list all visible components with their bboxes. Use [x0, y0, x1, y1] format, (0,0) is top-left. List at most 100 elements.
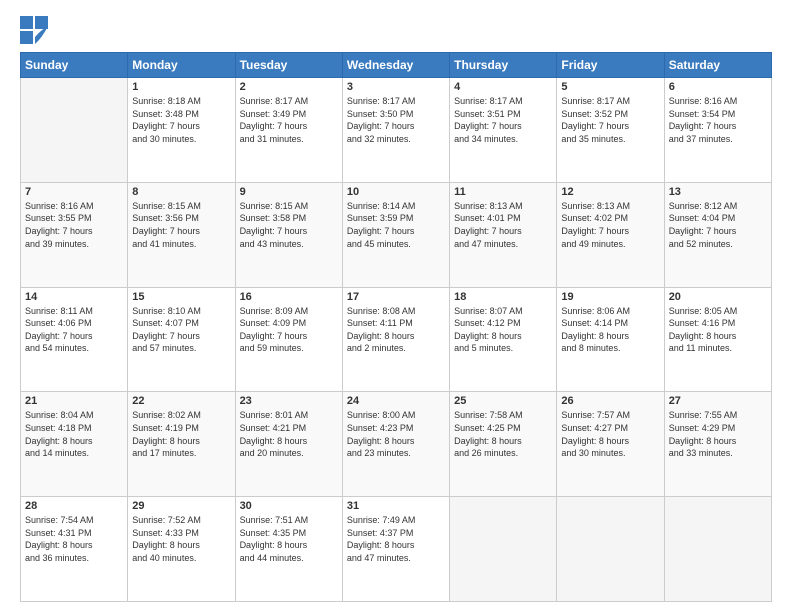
day-number: 5: [561, 81, 659, 93]
weekday-header-monday: Monday: [128, 53, 235, 78]
day-info: Sunrise: 7:58 AM Sunset: 4:25 PM Dayligh…: [454, 409, 552, 459]
day-number: 6: [669, 81, 767, 93]
day-info: Sunrise: 8:17 AM Sunset: 3:49 PM Dayligh…: [240, 95, 338, 145]
day-number: 4: [454, 81, 552, 93]
calendar-cell: 10 Sunrise: 8:14 AM Sunset: 3:59 PM Dayli…: [342, 182, 449, 287]
weekday-header-tuesday: Tuesday: [235, 53, 342, 78]
day-number: 13: [669, 186, 767, 198]
day-info: Sunrise: 8:02 AM Sunset: 4:19 PM Dayligh…: [132, 409, 230, 459]
day-number: 12: [561, 186, 659, 198]
calendar-cell: 3 Sunrise: 8:17 AM Sunset: 3:50 PM Daylig…: [342, 78, 449, 183]
calendar-cell: 30 Sunrise: 7:51 AM Sunset: 4:35 PM Dayli…: [235, 497, 342, 602]
day-number: 29: [132, 500, 230, 512]
day-info: Sunrise: 8:09 AM Sunset: 4:09 PM Dayligh…: [240, 305, 338, 355]
weekday-header-saturday: Saturday: [664, 53, 771, 78]
calendar-cell: 22 Sunrise: 8:02 AM Sunset: 4:19 PM Dayli…: [128, 392, 235, 497]
day-info: Sunrise: 7:49 AM Sunset: 4:37 PM Dayligh…: [347, 514, 445, 564]
day-number: 30: [240, 500, 338, 512]
day-info: Sunrise: 8:08 AM Sunset: 4:11 PM Dayligh…: [347, 305, 445, 355]
day-number: 10: [347, 186, 445, 198]
day-info: Sunrise: 8:17 AM Sunset: 3:52 PM Dayligh…: [561, 95, 659, 145]
calendar-cell: 9 Sunrise: 8:15 AM Sunset: 3:58 PM Daylig…: [235, 182, 342, 287]
day-number: 8: [132, 186, 230, 198]
day-info: Sunrise: 8:15 AM Sunset: 3:58 PM Dayligh…: [240, 200, 338, 250]
day-number: 20: [669, 291, 767, 303]
weekday-header-row: SundayMondayTuesdayWednesdayThursdayFrid…: [21, 53, 772, 78]
day-info: Sunrise: 8:05 AM Sunset: 4:16 PM Dayligh…: [669, 305, 767, 355]
calendar: SundayMondayTuesdayWednesdayThursdayFrid…: [20, 52, 772, 602]
calendar-cell: 28Sunrise: 7:54 AM Sunset: 4:31 PM Dayli…: [21, 497, 128, 602]
day-info: Sunrise: 7:51 AM Sunset: 4:35 PM Dayligh…: [240, 514, 338, 564]
day-info: Sunrise: 8:18 AM Sunset: 3:48 PM Dayligh…: [132, 95, 230, 145]
calendar-cell: 12 Sunrise: 8:13 AM Sunset: 4:02 PM Dayli…: [557, 182, 664, 287]
day-info: Sunrise: 8:06 AM Sunset: 4:14 PM Dayligh…: [561, 305, 659, 355]
day-number: 24: [347, 395, 445, 407]
week-row-1: 1 Sunrise: 8:18 AM Sunset: 3:48 PM Daylig…: [21, 78, 772, 183]
day-number: 16: [240, 291, 338, 303]
calendar-cell: 19 Sunrise: 8:06 AM Sunset: 4:14 PM Dayli…: [557, 287, 664, 392]
calendar-cell: 11 Sunrise: 8:13 AM Sunset: 4:01 PM Dayli…: [450, 182, 557, 287]
weekday-header-wednesday: Wednesday: [342, 53, 449, 78]
day-number: 2: [240, 81, 338, 93]
calendar-cell: 6 Sunrise: 8:16 AM Sunset: 3:54 PM Daylig…: [664, 78, 771, 183]
calendar-cell: 21 Sunrise: 8:04 AM Sunset: 4:18 PM Dayli…: [21, 392, 128, 497]
calendar-cell: 14 Sunrise: 8:11 AM Sunset: 4:06 PM Dayli…: [21, 287, 128, 392]
calendar-cell: 26Sunrise: 7:57 AM Sunset: 4:27 PM Dayli…: [557, 392, 664, 497]
calendar-cell: 16 Sunrise: 8:09 AM Sunset: 4:09 PM Dayli…: [235, 287, 342, 392]
calendar-cell: 15Sunrise: 8:10 AM Sunset: 4:07 PM Dayli…: [128, 287, 235, 392]
day-number: 18: [454, 291, 552, 303]
calendar-cell: 5 Sunrise: 8:17 AM Sunset: 3:52 PM Daylig…: [557, 78, 664, 183]
calendar-cell: 13 Sunrise: 8:12 AM Sunset: 4:04 PM Dayli…: [664, 182, 771, 287]
day-info: Sunrise: 8:17 AM Sunset: 3:51 PM Dayligh…: [454, 95, 552, 145]
day-info: Sunrise: 8:12 AM Sunset: 4:04 PM Dayligh…: [669, 200, 767, 250]
day-info: Sunrise: 8:17 AM Sunset: 3:50 PM Dayligh…: [347, 95, 445, 145]
day-info: Sunrise: 8:13 AM Sunset: 4:02 PM Dayligh…: [561, 200, 659, 250]
calendar-cell: 1 Sunrise: 8:18 AM Sunset: 3:48 PM Daylig…: [128, 78, 235, 183]
day-number: 21: [25, 395, 123, 407]
logo: [20, 16, 52, 44]
day-number: 22: [132, 395, 230, 407]
day-info: Sunrise: 7:55 AM Sunset: 4:29 PM Dayligh…: [669, 409, 767, 459]
day-number: 14: [25, 291, 123, 303]
day-info: Sunrise: 7:54 AM Sunset: 4:31 PM Dayligh…: [25, 514, 123, 564]
calendar-cell: 8Sunrise: 8:15 AM Sunset: 3:56 PM Daylig…: [128, 182, 235, 287]
day-number: 3: [347, 81, 445, 93]
day-info: Sunrise: 8:14 AM Sunset: 3:59 PM Dayligh…: [347, 200, 445, 250]
week-row-2: 7 Sunrise: 8:16 AM Sunset: 3:55 PM Daylig…: [21, 182, 772, 287]
day-number: 17: [347, 291, 445, 303]
day-info: Sunrise: 8:16 AM Sunset: 3:54 PM Dayligh…: [669, 95, 767, 145]
day-number: 19: [561, 291, 659, 303]
week-row-5: 28Sunrise: 7:54 AM Sunset: 4:31 PM Dayli…: [21, 497, 772, 602]
calendar-cell: 18 Sunrise: 8:07 AM Sunset: 4:12 PM Dayli…: [450, 287, 557, 392]
day-info: Sunrise: 8:07 AM Sunset: 4:12 PM Dayligh…: [454, 305, 552, 355]
calendar-cell: 4 Sunrise: 8:17 AM Sunset: 3:51 PM Daylig…: [450, 78, 557, 183]
weekday-header-sunday: Sunday: [21, 53, 128, 78]
calendar-cell: 27Sunrise: 7:55 AM Sunset: 4:29 PM Dayli…: [664, 392, 771, 497]
day-info: Sunrise: 8:11 AM Sunset: 4:06 PM Dayligh…: [25, 305, 123, 355]
day-info: Sunrise: 8:13 AM Sunset: 4:01 PM Dayligh…: [454, 200, 552, 250]
day-number: 7: [25, 186, 123, 198]
day-number: 31: [347, 500, 445, 512]
calendar-cell: 20 Sunrise: 8:05 AM Sunset: 4:16 PM Dayli…: [664, 287, 771, 392]
calendar-cell: [450, 497, 557, 602]
day-info: Sunrise: 8:04 AM Sunset: 4:18 PM Dayligh…: [25, 409, 123, 459]
calendar-cell: 2 Sunrise: 8:17 AM Sunset: 3:49 PM Daylig…: [235, 78, 342, 183]
day-info: Sunrise: 7:52 AM Sunset: 4:33 PM Dayligh…: [132, 514, 230, 564]
weekday-header-friday: Friday: [557, 53, 664, 78]
day-number: 25: [454, 395, 552, 407]
calendar-cell: 23Sunrise: 8:01 AM Sunset: 4:21 PM Dayli…: [235, 392, 342, 497]
day-info: Sunrise: 8:00 AM Sunset: 4:23 PM Dayligh…: [347, 409, 445, 459]
week-row-4: 21 Sunrise: 8:04 AM Sunset: 4:18 PM Dayli…: [21, 392, 772, 497]
calendar-cell: 29 Sunrise: 7:52 AM Sunset: 4:33 PM Dayli…: [128, 497, 235, 602]
day-number: 15: [132, 291, 230, 303]
calendar-cell: 24 Sunrise: 8:00 AM Sunset: 4:23 PM Dayli…: [342, 392, 449, 497]
day-number: 11: [454, 186, 552, 198]
day-info: Sunrise: 8:16 AM Sunset: 3:55 PM Dayligh…: [25, 200, 123, 250]
calendar-cell: [21, 78, 128, 183]
day-number: 9: [240, 186, 338, 198]
day-number: 23: [240, 395, 338, 407]
weekday-header-thursday: Thursday: [450, 53, 557, 78]
logo-icon: [20, 16, 48, 44]
day-number: 1: [132, 81, 230, 93]
day-info: Sunrise: 7:57 AM Sunset: 4:27 PM Dayligh…: [561, 409, 659, 459]
